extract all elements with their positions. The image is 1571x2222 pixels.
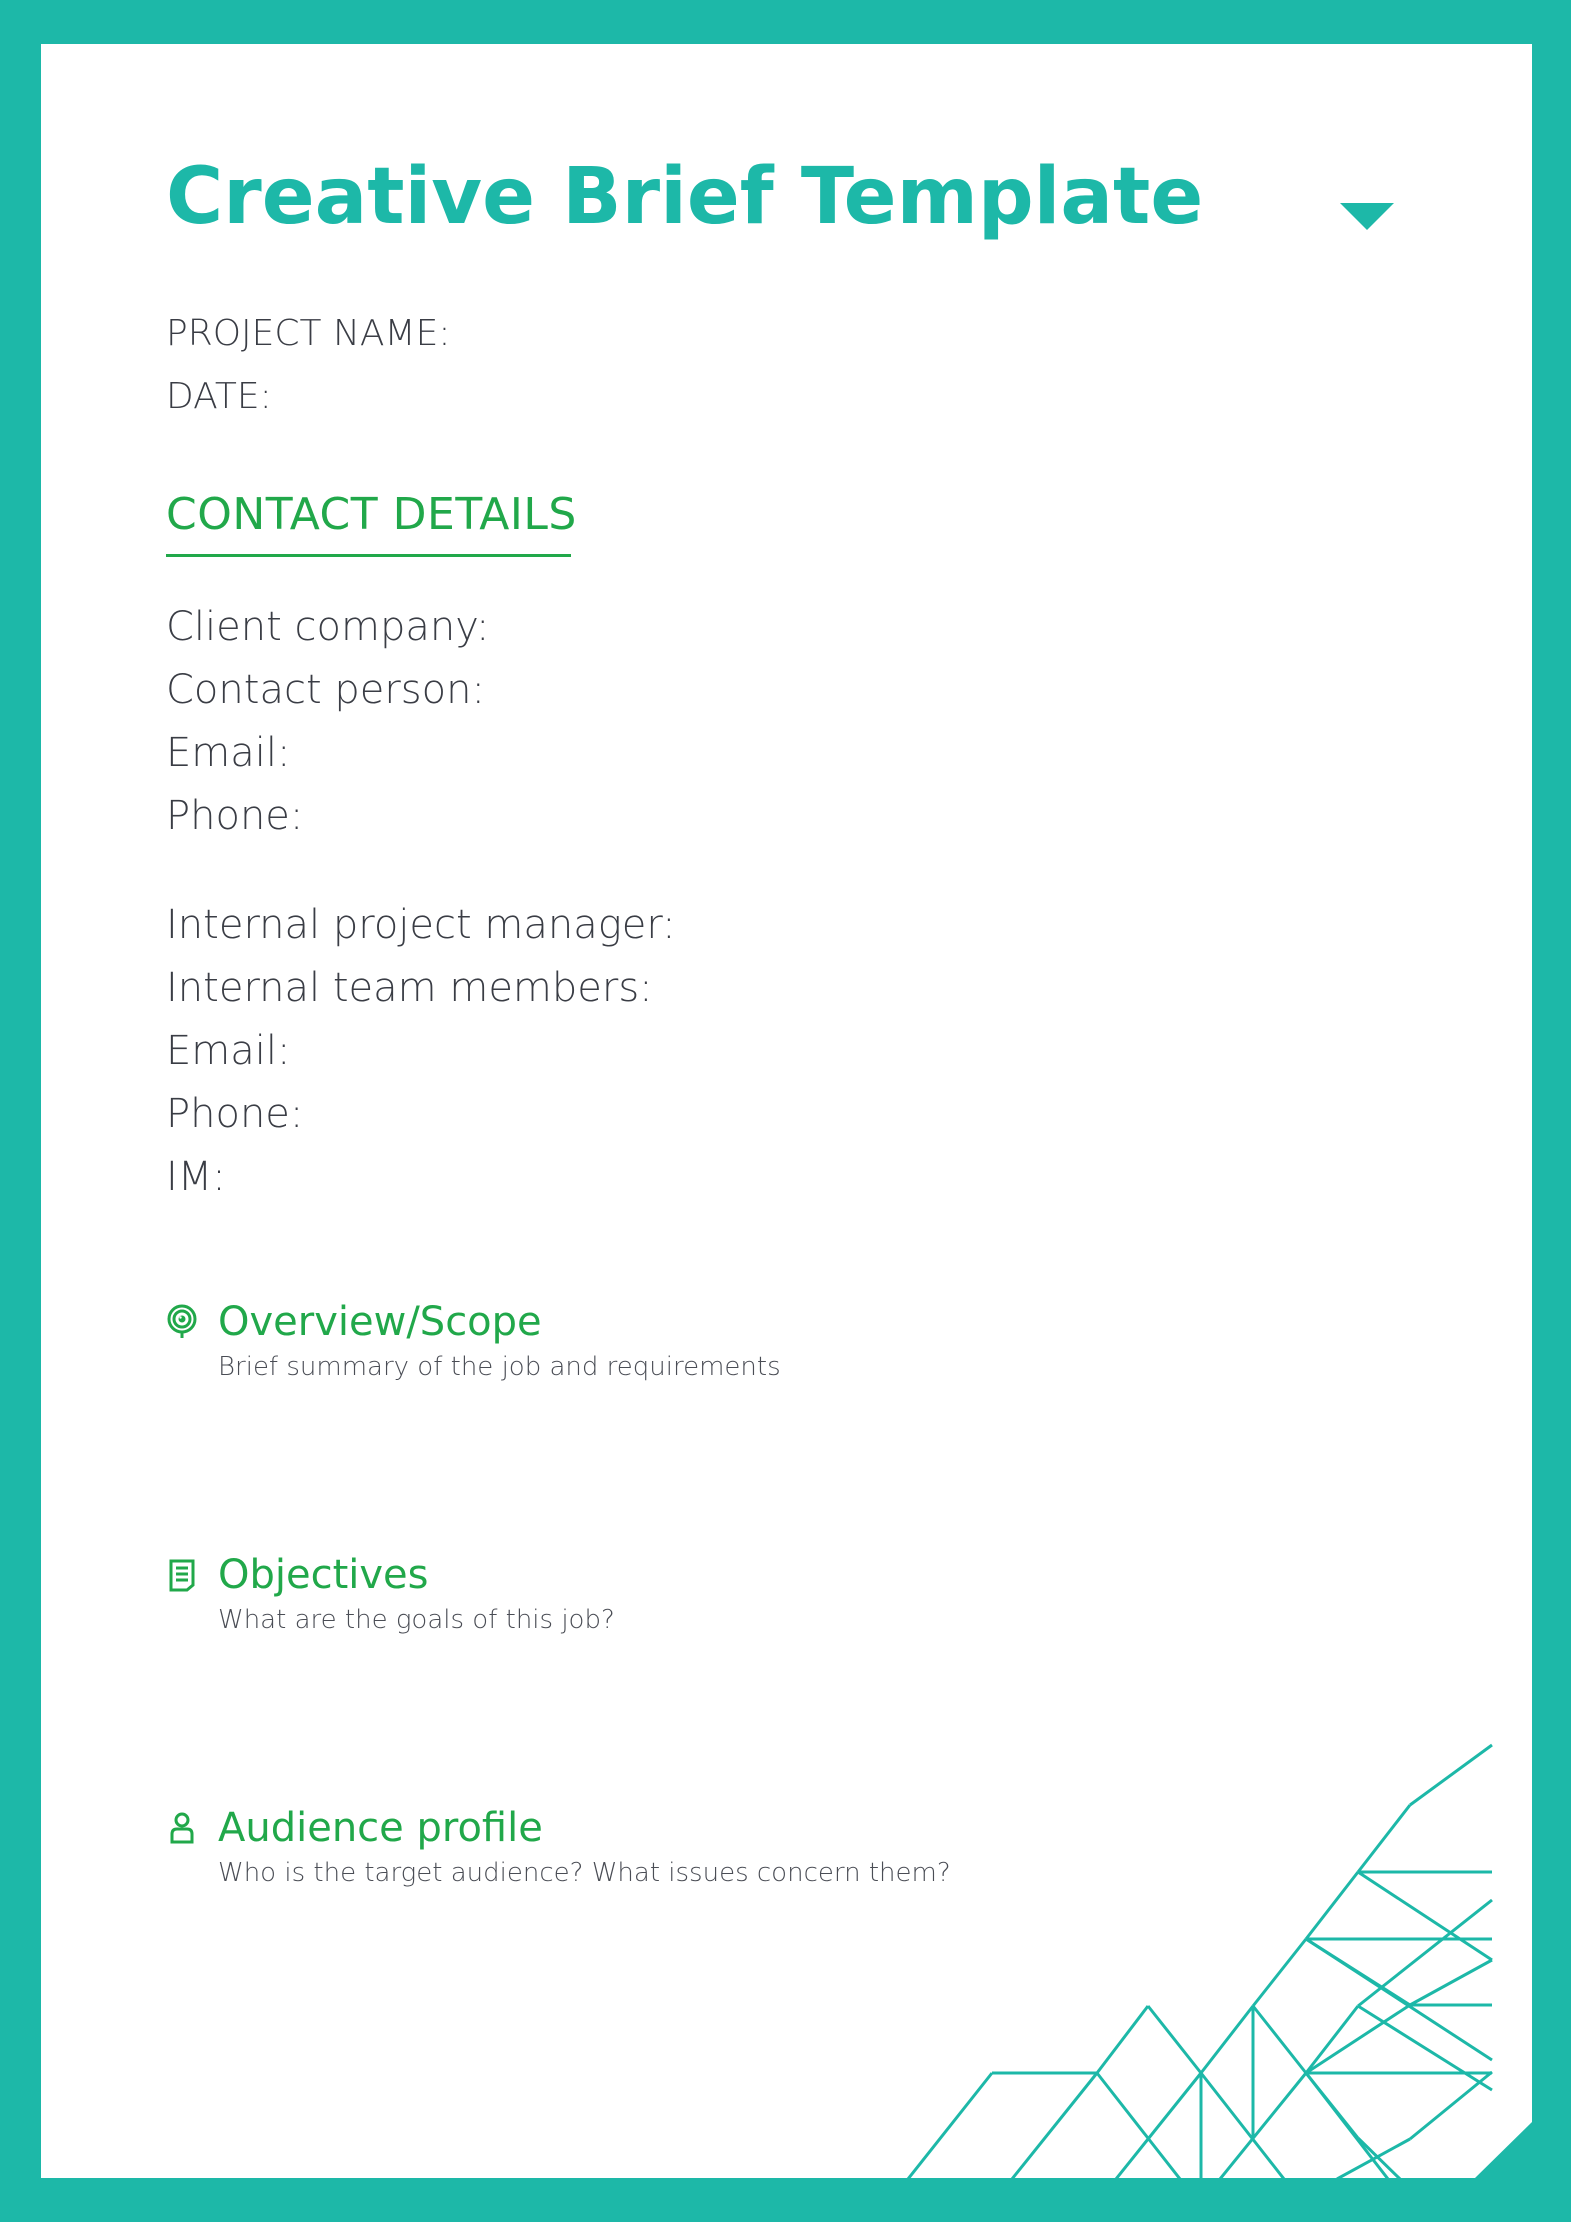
pattern-line bbox=[1409, 2070, 1493, 2141]
pattern-line bbox=[1304, 2005, 1360, 2074]
page-title: Creative Brief Template bbox=[166, 152, 1204, 242]
date-label: DATE: bbox=[166, 376, 272, 417]
section-objectives: Objectives What are the goals of this jo… bbox=[166, 1547, 615, 1635]
project-meta: PROJECT NAME: DATE: bbox=[166, 302, 450, 428]
pattern-line bbox=[1095, 2005, 1150, 2074]
section-description: Brief summary of the job and requirement… bbox=[218, 1352, 781, 1382]
pattern-line bbox=[1146, 2005, 1203, 2074]
internal-pm-label: Internal project manager: bbox=[166, 902, 676, 948]
client-email-label: Email: bbox=[166, 730, 291, 776]
contact-details-heading: CONTACT DETAILS bbox=[166, 489, 577, 540]
document-page: Creative Brief Template PROJECT NAME: DA… bbox=[41, 44, 1532, 2178]
pattern-line bbox=[1304, 2072, 1360, 2139]
pattern-line bbox=[1199, 2072, 1286, 2178]
pattern-line bbox=[1251, 1938, 1308, 2007]
pattern-line bbox=[1305, 2003, 1411, 2075]
pattern-line bbox=[1356, 1804, 1412, 1873]
internal-phone-label: Phone: bbox=[166, 1091, 304, 1137]
internal-im-label: IM: bbox=[166, 1154, 226, 1200]
pattern-line bbox=[1304, 2072, 1390, 2178]
client-contact-fields: Client company: Contact person: Email: P… bbox=[166, 596, 489, 848]
internal-email-label: Email: bbox=[166, 1028, 291, 1074]
client-phone-label: Phone: bbox=[166, 793, 304, 839]
section-audience: Audience profile Who is the target audie… bbox=[166, 1800, 951, 1888]
section-title: Objectives bbox=[218, 1552, 429, 1598]
internal-team-label: Internal team members: bbox=[166, 965, 653, 1011]
section-title: Audience profile bbox=[218, 1805, 543, 1851]
section-title: Overview/Scope bbox=[218, 1299, 542, 1345]
document-icon bbox=[166, 1557, 198, 1593]
pattern-line bbox=[1114, 2072, 1203, 2178]
pattern-line bbox=[1305, 1937, 1493, 2062]
client-company-label: Client company: bbox=[166, 604, 490, 650]
pattern-line bbox=[1251, 2005, 1308, 2074]
pattern-line bbox=[1357, 2004, 1493, 2092]
pattern-line bbox=[1199, 2005, 1255, 2074]
pattern-line bbox=[1409, 1743, 1493, 1807]
pattern-line bbox=[1010, 2072, 1099, 2178]
target-eye-icon bbox=[166, 1304, 198, 1340]
heading-underline bbox=[166, 554, 571, 557]
section-description: Who is the target audience? What issues … bbox=[218, 1858, 951, 1888]
pattern-line bbox=[1304, 1871, 1360, 1940]
pattern-line bbox=[906, 2072, 994, 2178]
project-name-label: PROJECT NAME: bbox=[166, 313, 451, 354]
section-overview: Overview/Scope Brief summary of the job … bbox=[166, 1294, 781, 1382]
person-icon bbox=[166, 1810, 198, 1846]
triangle-down-icon[interactable] bbox=[1340, 203, 1394, 230]
pattern-line bbox=[1305, 1937, 1411, 2007]
internal-contact-fields: Internal project manager: Internal team … bbox=[166, 894, 676, 1209]
pattern-line bbox=[1095, 2072, 1182, 2178]
pattern-line bbox=[1357, 1898, 1493, 2008]
pattern-line bbox=[1409, 1958, 1493, 2007]
pattern-line bbox=[1336, 2137, 1411, 2178]
contact-person-label: Contact person: bbox=[166, 667, 485, 713]
pattern-line bbox=[1356, 2136, 1402, 2178]
section-description: What are the goals of this job? bbox=[218, 1605, 615, 1635]
pattern-line bbox=[1357, 1870, 1493, 1962]
pattern-line bbox=[1218, 2072, 1308, 2178]
